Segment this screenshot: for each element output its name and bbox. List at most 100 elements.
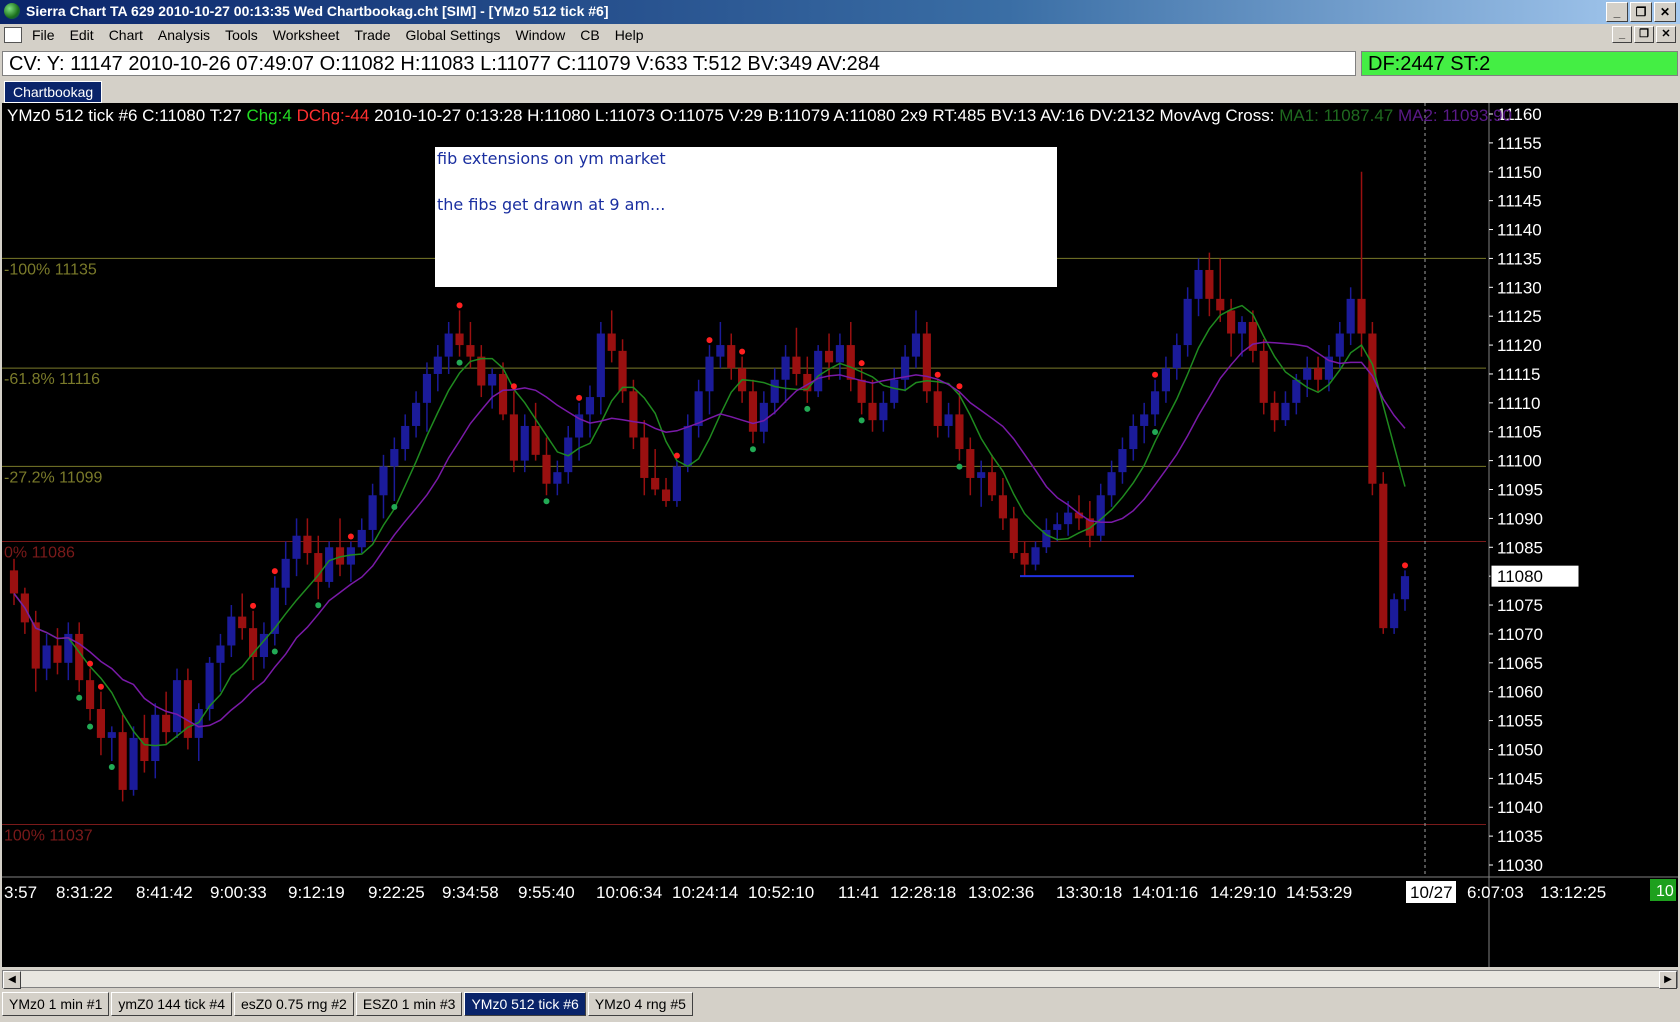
- price-tick-label: 11115: [1497, 365, 1541, 384]
- sell-signal-dot: [706, 337, 713, 344]
- sell-signal-dot: [934, 371, 941, 378]
- chart-symbol: YMz0 512 tick #6: [7, 106, 138, 125]
- title-bar: Sierra Chart TA 629 2010-10-27 00:13:35 …: [0, 0, 1680, 24]
- sell-signal-dot: [858, 360, 865, 367]
- time-label: 10:06:34: [596, 883, 662, 902]
- scroll-left-icon[interactable]: ◀: [3, 971, 21, 989]
- menu-trade[interactable]: Trade: [354, 27, 390, 43]
- time-label: 9:55:40: [518, 883, 575, 902]
- price-tick-label: 11055: [1497, 712, 1543, 731]
- candle-body: [1020, 553, 1029, 565]
- sell-signal-dot: [250, 602, 257, 609]
- candle-body: [85, 680, 95, 710]
- note-line-1: fib extensions on ym market: [437, 149, 666, 168]
- candle-body: [705, 356, 714, 392]
- candle-body: [955, 414, 964, 450]
- menu-help[interactable]: Help: [615, 27, 644, 43]
- menu-edit[interactable]: Edit: [70, 27, 94, 43]
- child-close-button[interactable]: ✕: [1656, 26, 1676, 43]
- candle-body: [357, 529, 366, 548]
- chart-close: C:11080: [142, 106, 206, 125]
- price-tick-label: 11145: [1497, 192, 1542, 211]
- candle-body: [129, 737, 138, 790]
- time-label: 13:30:18: [1056, 883, 1122, 902]
- candle-body: [998, 495, 1007, 519]
- tab-esz0-075rng[interactable]: esZ0 0.75 rng #2: [233, 992, 354, 1016]
- text-note[interactable]: fib extensions on ym market the fibs get…: [435, 147, 1057, 287]
- candle-body: [651, 477, 660, 490]
- candle-body: [596, 333, 605, 398]
- candle-body: [1227, 310, 1236, 334]
- sierra-globe-icon: [4, 3, 20, 19]
- child-minimize-button[interactable]: _: [1612, 26, 1632, 43]
- menu-worksheet[interactable]: Worksheet: [273, 27, 340, 43]
- candle-body: [824, 350, 834, 363]
- document-icon[interactable]: [4, 27, 22, 43]
- minimize-button[interactable]: _: [1606, 2, 1628, 22]
- candle-body: [422, 373, 432, 403]
- candle-body: [1400, 576, 1410, 600]
- candle-body: [661, 489, 671, 502]
- chart-header: YMz0 512 tick #6 C:11080 T:27 Chg:4 DChg…: [7, 106, 1512, 126]
- candle-body: [1009, 518, 1018, 554]
- horizontal-scrollbar[interactable]: ◀ ▶: [2, 970, 1678, 989]
- candle-body: [107, 732, 116, 738]
- candle-body: [1172, 345, 1181, 369]
- candle-body: [748, 391, 758, 432]
- buy-signal-dot: [271, 648, 278, 655]
- price-tick-label: 11065: [1497, 654, 1543, 673]
- candle-body: [412, 402, 421, 426]
- candle-body: [716, 345, 725, 357]
- candle-body: [1259, 350, 1268, 403]
- chartbook-tab[interactable]: Chartbookag: [4, 81, 103, 103]
- menu-analysis[interactable]: Analysis: [158, 27, 210, 43]
- tab-ymz0-144tick[interactable]: ymZ0 144 tick #4: [111, 992, 232, 1016]
- time-label: 13:02:36: [968, 883, 1034, 902]
- sell-signal-dot: [576, 394, 583, 401]
- current-price-label: 11080: [1497, 567, 1543, 586]
- price-tick-label: 11120: [1497, 336, 1542, 355]
- child-restore-button[interactable]: ❐: [1634, 26, 1654, 43]
- menu-window[interactable]: Window: [515, 27, 565, 43]
- candle-body: [1053, 524, 1062, 530]
- candle-body: [1216, 298, 1225, 311]
- scroll-right-icon[interactable]: ▶: [1659, 971, 1677, 989]
- tab-ymz0-1min[interactable]: YMz0 1 min #1: [2, 992, 110, 1016]
- candle-body: [96, 709, 106, 738]
- tab-ymz0-4rng[interactable]: YMz0 4 rng #5: [587, 992, 693, 1016]
- chart-details: 2010-10-27 0:13:28 H:11080 L:11073 O:110…: [374, 106, 1275, 125]
- menu-bar: File Edit Chart Analysis Tools Worksheet…: [0, 24, 1680, 46]
- menu-file[interactable]: File: [32, 27, 55, 43]
- menu-tools[interactable]: Tools: [225, 27, 258, 43]
- tab-esz0-1min[interactable]: ESZ0 1 min #3: [355, 992, 463, 1016]
- price-tick-label: 11075: [1497, 596, 1543, 615]
- time-label: 10/27: [1410, 883, 1453, 902]
- tab-ymz0-512tick[interactable]: YMz0 512 tick #6: [464, 992, 586, 1016]
- price-tick-label: 11100: [1497, 452, 1542, 471]
- restore-button[interactable]: ❐: [1630, 2, 1652, 22]
- candle-body: [1107, 472, 1116, 496]
- menu-global-settings[interactable]: Global Settings: [405, 27, 500, 43]
- sell-signal-dot: [271, 568, 278, 575]
- candle-body: [520, 425, 529, 461]
- cursor-values-bar: CV: Y: 11147 2010-10-26 07:49:07 O:11082…: [2, 51, 1356, 76]
- candle-body: [781, 356, 790, 380]
- candle-body: [1379, 483, 1388, 629]
- chart-daily-change: DChg:-44: [296, 106, 370, 125]
- chart-area[interactable]: 11160 11155 11150 11145 11140 11135 11130 11125…: [2, 103, 1678, 967]
- candle-body: [1335, 333, 1344, 357]
- sell-signal-dot: [1402, 562, 1408, 569]
- candle-body: [1031, 547, 1040, 565]
- candle-body: [151, 714, 160, 762]
- candle-body: [238, 616, 247, 629]
- candle-body: [911, 333, 921, 357]
- candle-body: [1150, 391, 1160, 415]
- sell-signal-dot: [510, 383, 517, 390]
- candle-body: [987, 472, 997, 496]
- candle-body: [1313, 368, 1323, 380]
- close-button[interactable]: ✕: [1654, 2, 1676, 22]
- menu-cb[interactable]: CB: [580, 27, 599, 43]
- candle-body: [1096, 495, 1105, 536]
- buy-signal-dot: [543, 498, 550, 505]
- menu-chart[interactable]: Chart: [109, 27, 143, 43]
